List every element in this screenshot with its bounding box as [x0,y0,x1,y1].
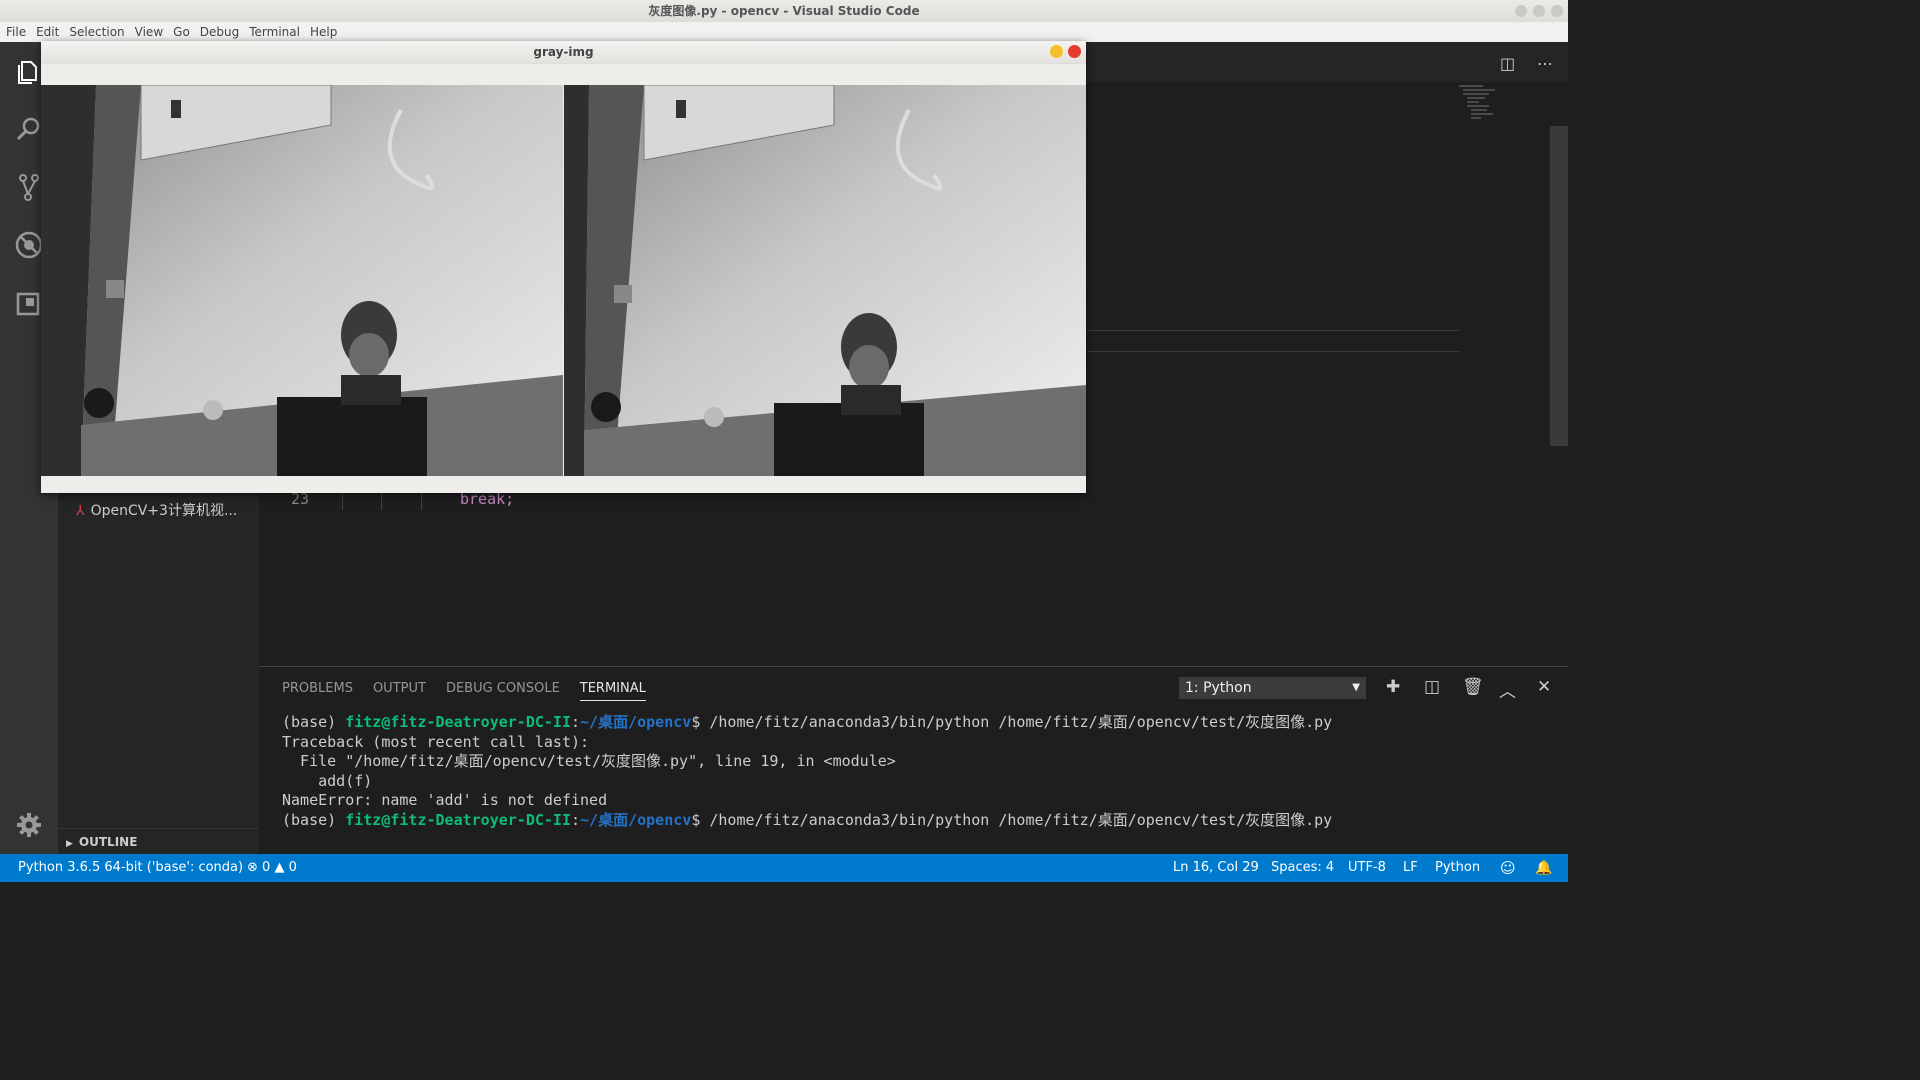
opencv-image-window[interactable]: gray-img [41,41,1086,493]
encoding[interactable]: UTF-8 [1348,854,1386,882]
more-actions-icon[interactable]: ⋯ [1537,54,1553,73]
indent-guide [381,490,382,510]
pdf-file-icon: ⅄ [76,503,85,519]
cv-window-toolbar [41,63,1086,86]
menu-view[interactable]: View [135,22,163,42]
gear-icon[interactable] [14,810,44,840]
dropdown-arrow-icon: ▼ [1352,682,1360,693]
editor-divider [1087,351,1459,352]
terminal-select[interactable]: 1: Python ▼ [1179,677,1366,699]
cursor-position[interactable]: Ln 16, Col 29 [1173,854,1259,882]
split-editor-icon[interactable]: ◫ [1500,54,1515,73]
debug-icon[interactable] [14,230,44,260]
terminal-line: File "/home/fitz/桌面/opencv/test/灰度图像.py"… [282,752,896,771]
split-terminal-icon[interactable]: ◫ [1424,677,1440,697]
search-icon[interactable] [14,114,44,144]
menu-bar: File Edit Selection View Go Debug Terminal Help [0,22,1568,42]
menu-edit[interactable]: Edit [36,22,59,42]
menu-file[interactable]: File [6,22,26,42]
close-panel-icon[interactable]: ✕ [1537,677,1551,697]
menu-go[interactable]: Go [173,22,190,42]
feedback-smiley-icon[interactable]: ☺ [1500,854,1516,882]
indentation[interactable]: Spaces: 4 [1271,854,1334,882]
language-mode[interactable]: Python [1435,854,1480,882]
window-title: 灰度图像.py - opencv - Visual Studio Code [648,4,920,18]
close-button[interactable] [1551,5,1563,17]
menu-debug[interactable]: Debug [200,22,239,42]
problems-indicator[interactable]: ⊗ 0 ▲ 0 [247,854,297,882]
tab-problems[interactable]: PROBLEMS [282,681,353,696]
files-icon[interactable] [14,56,44,86]
terminal-output[interactable]: (base) fitz@fitz-Deatroyer-DC-II:~/桌面/op… [282,713,1332,831]
file-name: OpenCV+3计算机视... [90,503,238,519]
maximize-button[interactable] [1533,5,1545,17]
line-ending[interactable]: LF [1403,854,1418,882]
notification-bell-icon[interactable]: 🔔 [1535,854,1552,882]
chevron-up-icon[interactable]: ︿ [1499,677,1516,702]
indent-guide [421,490,422,510]
terminal-line: add(f) [282,771,373,790]
outline-label: OUTLINE [78,835,138,849]
trash-icon[interactable]: 🗑 [1462,677,1484,697]
grayscale-image-left [41,85,563,476]
warning-icon: ▲ [274,860,285,875]
minimap[interactable] [1459,82,1519,122]
window-title-bar: 灰度图像.py - opencv - Visual Studio Code [0,0,1568,22]
tab-debug-console[interactable]: DEBUG CONSOLE [446,681,560,696]
editor-scrollbar[interactable] [1550,126,1568,446]
grayscale-image-right [564,85,1086,476]
cv-window-title-bar[interactable]: gray-img [41,41,1086,63]
cv-close-button[interactable] [1068,45,1081,58]
cv-window-title: gray-img [533,45,594,59]
menu-terminal[interactable]: Terminal [249,22,300,42]
minimize-button[interactable] [1515,5,1527,17]
source-control-icon[interactable] [14,172,44,202]
terminal-line: NameError: name 'add' is not defined [282,791,608,810]
outline-section-header[interactable]: ▶ OUTLINE [58,828,259,855]
panel-tabs: PROBLEMS OUTPUT DEBUG CONSOLE TERMINAL [282,681,666,701]
cv-minimize-button[interactable] [1050,45,1063,58]
indent-guide [342,490,343,510]
error-icon: ⊗ [247,860,258,875]
bottom-panel: PROBLEMS OUTPUT DEBUG CONSOLE TERMINAL 1: P… [259,666,1568,855]
new-terminal-icon[interactable]: ✚ [1386,677,1400,697]
terminal-select-value: 1: Python [1185,680,1252,696]
terminal-line: (base) fitz@fitz-Deatroyer-DC-II:~/桌面/op… [282,713,1333,731]
editor-divider [1087,330,1459,331]
terminal-line: Traceback (most recent call last): [282,732,590,751]
tab-terminal[interactable]: TERMINAL [579,681,646,701]
python-interpreter[interactable]: Python 3.6.5 64-bit ('base': conda) [18,854,243,882]
explorer-file-item[interactable]: ⅄ OpenCV+3计算机视... [76,500,237,520]
menu-help[interactable]: Help [310,22,337,42]
extensions-icon[interactable] [14,288,44,318]
tab-output[interactable]: OUTPUT [373,681,426,696]
terminal-line: (base) fitz@fitz-Deatroyer-DC-II:~/桌面/op… [282,810,1333,829]
status-bar: Python 3.6.5 64-bit ('base': conda) ⊗ 0 … [0,854,1568,882]
menu-selection[interactable]: Selection [69,22,124,42]
